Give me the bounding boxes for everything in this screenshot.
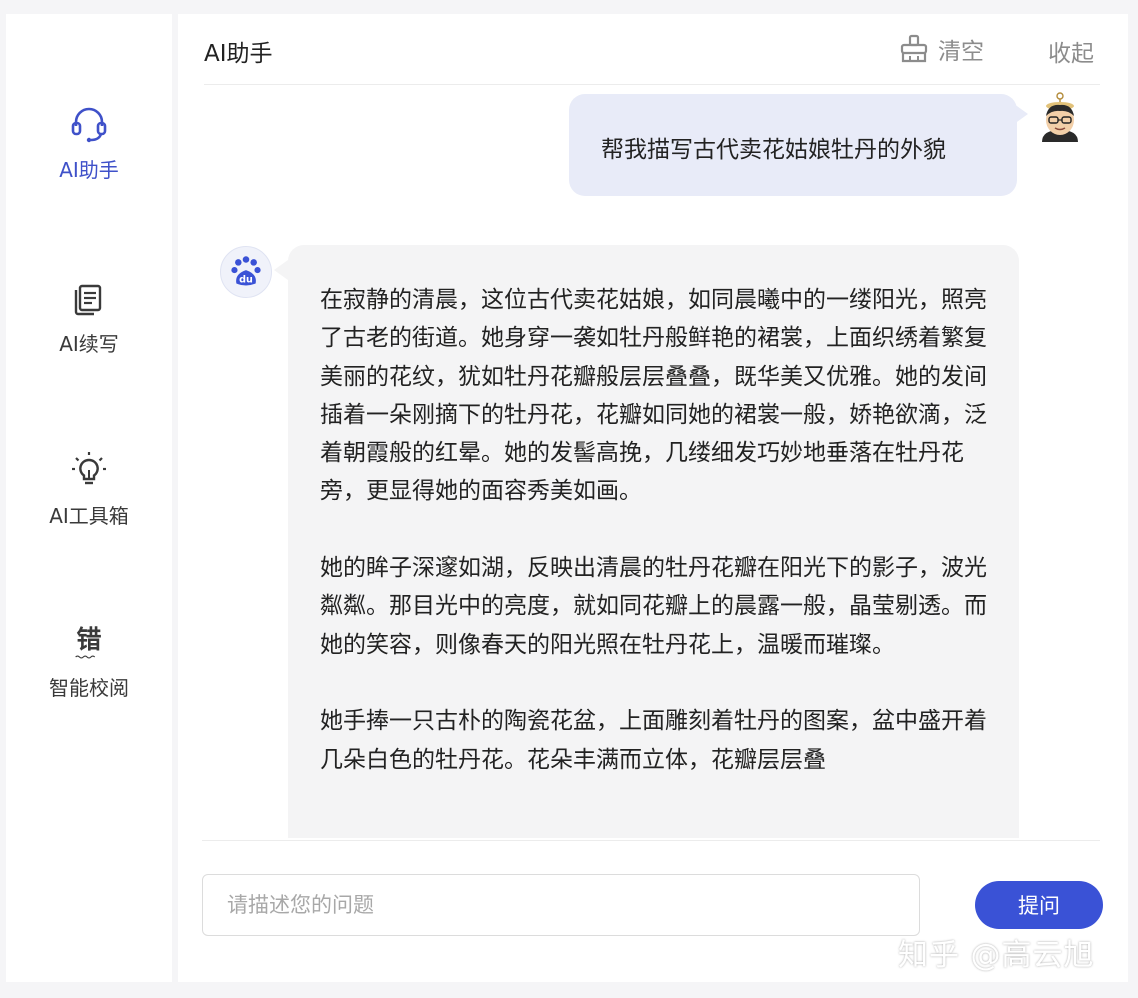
headset-icon [71,107,107,143]
collapse-button[interactable]: 收起 [1048,34,1094,68]
proofread-icon: 错 [67,620,111,664]
bot-bubble-tail [274,260,288,280]
sidebar-item-ai-continue[interactable]: AI续写 [6,276,172,357]
question-input[interactable] [202,874,920,936]
bot-paragraph: 在寂静的清晨，这位古代卖花姑娘，如同晨曦中的一缕阳光，照亮了古老的街道。她身穿一… [320,287,987,505]
user-avatar [1042,92,1078,142]
clear-label: 清空 [938,39,984,65]
sidebar-item-smart-proofread[interactable]: 错 智能校阅 [6,620,172,701]
user-message-bubble: 帮我描写古代卖花姑娘牡丹的外貌 [569,94,1017,196]
bot-paragraph: 她手捧一只古朴的陶瓷花盆，上面雕刻着牡丹的图案，盆中盛开着几朵白色的牡丹花。花朵… [320,708,987,773]
broom-icon [900,34,928,63]
sidebar: AI助手 AI续写 AI工具箱 错 智能校阅 [6,14,172,982]
bot-paragraph: 她的眸子深邃如湖，反映出清晨的牡丹花瓣在阳光下的影子，波光粼粼。那目光中的亮度，… [320,555,987,658]
document-copy-icon [74,284,102,316]
lightbulb-icon [72,452,106,485]
svg-text:du: du [239,275,253,286]
main-panel: AI助手 清空 收起 帮我描写古代卖花姑娘牡丹的外貌 du 在寂静的清晨，这位古… [178,14,1128,982]
sidebar-item-ai-toolbox[interactable]: AI工具箱 [6,448,172,529]
sidebar-item-label: AI续写 [59,332,119,356]
user-bubble-tail [1014,104,1028,124]
chat-area[interactable]: 帮我描写古代卖花姑娘牡丹的外貌 du 在寂静的清晨，这位古代卖花姑娘，如同晨曦中 [178,86,1128,838]
clear-button[interactable]: 清空 [898,32,984,66]
ask-button[interactable]: 提问 [975,881,1103,929]
footer-divider [202,840,1100,841]
bot-message-bubble: 在寂静的清晨，这位古代卖花姑娘，如同晨曦中的一缕阳光，照亮了古老的街道。她身穿一… [288,245,1019,838]
sidebar-item-ai-assistant[interactable]: AI助手 [6,102,172,183]
page-title: AI助手 [204,41,273,67]
baidu-paw-icon: du [220,246,272,298]
sidebar-item-label: AI工具箱 [49,504,129,528]
watermark: 知乎 @高云旭 [898,938,1095,973]
header-divider [204,84,1100,85]
sidebar-item-label: 智能校阅 [49,676,129,700]
sidebar-item-label: AI助手 [59,158,119,182]
